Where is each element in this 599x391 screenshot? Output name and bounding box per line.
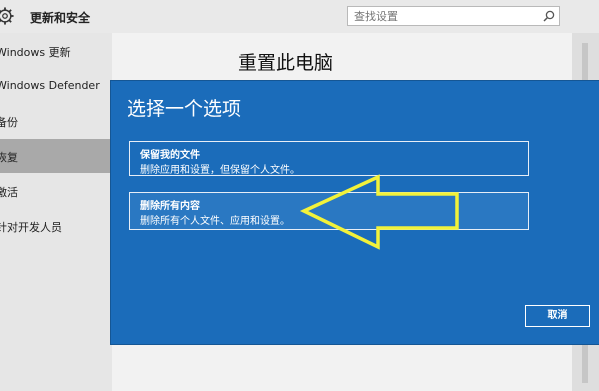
annotation-arrow-icon xyxy=(299,174,459,250)
